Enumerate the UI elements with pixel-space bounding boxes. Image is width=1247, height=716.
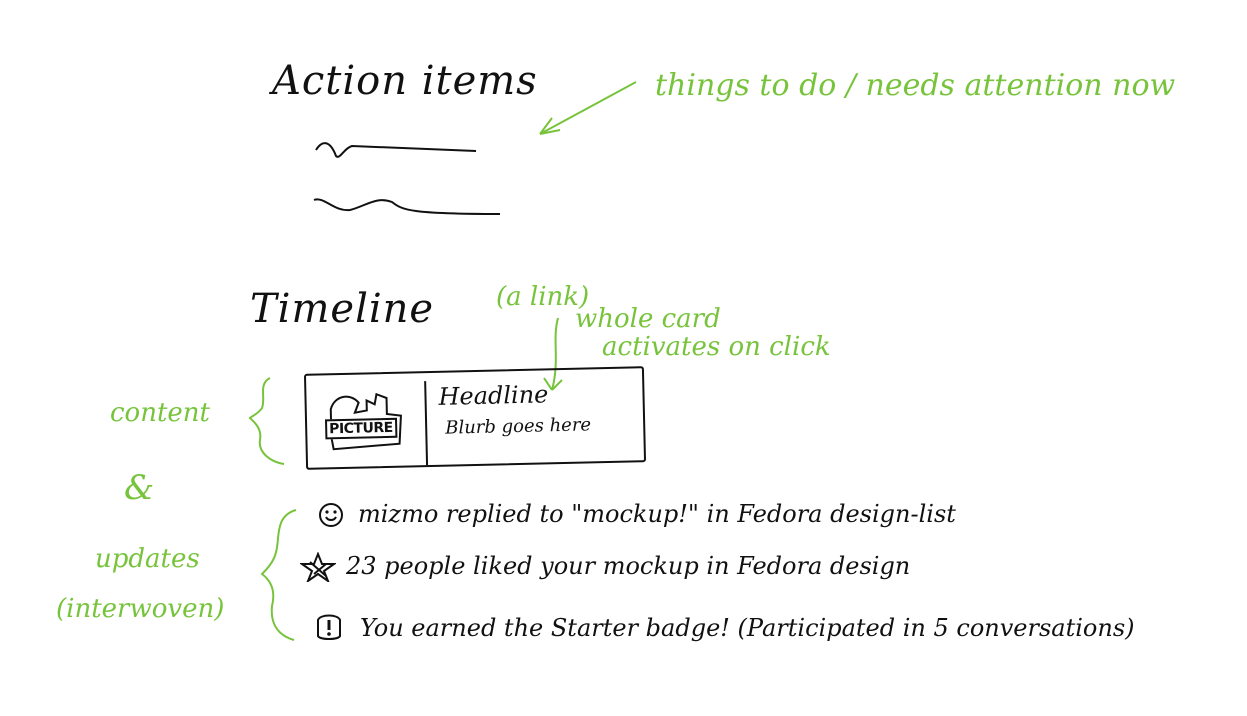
smiley-icon	[319, 503, 343, 527]
card-headline: Headline	[438, 380, 549, 411]
star-icon	[300, 552, 336, 582]
exclamation-icon	[317, 614, 341, 640]
picture-label: PICTURE	[324, 417, 397, 440]
card-blurb: Blurb goes here	[444, 414, 592, 439]
action-item-squiggle-1	[315, 142, 477, 158]
action-item-squiggle-2	[313, 198, 501, 215]
update-text-reply: mizmo replied to "mockup!" in Fedora des…	[358, 500, 956, 528]
update-text-badge: You earned the Starter badge! (Participa…	[360, 614, 1135, 642]
updates-brace	[260, 509, 297, 641]
annotation-arrow-action-items	[539, 81, 637, 135]
card-divider	[424, 381, 429, 466]
timeline-content-card[interactable]: PICTURE Headline Blurb goes here	[303, 366, 647, 470]
sketch-strokes	[248, 81, 637, 641]
update-text-likes: 23 people liked your mockup in Fedora de…	[346, 552, 911, 580]
content-brace	[248, 377, 285, 465]
